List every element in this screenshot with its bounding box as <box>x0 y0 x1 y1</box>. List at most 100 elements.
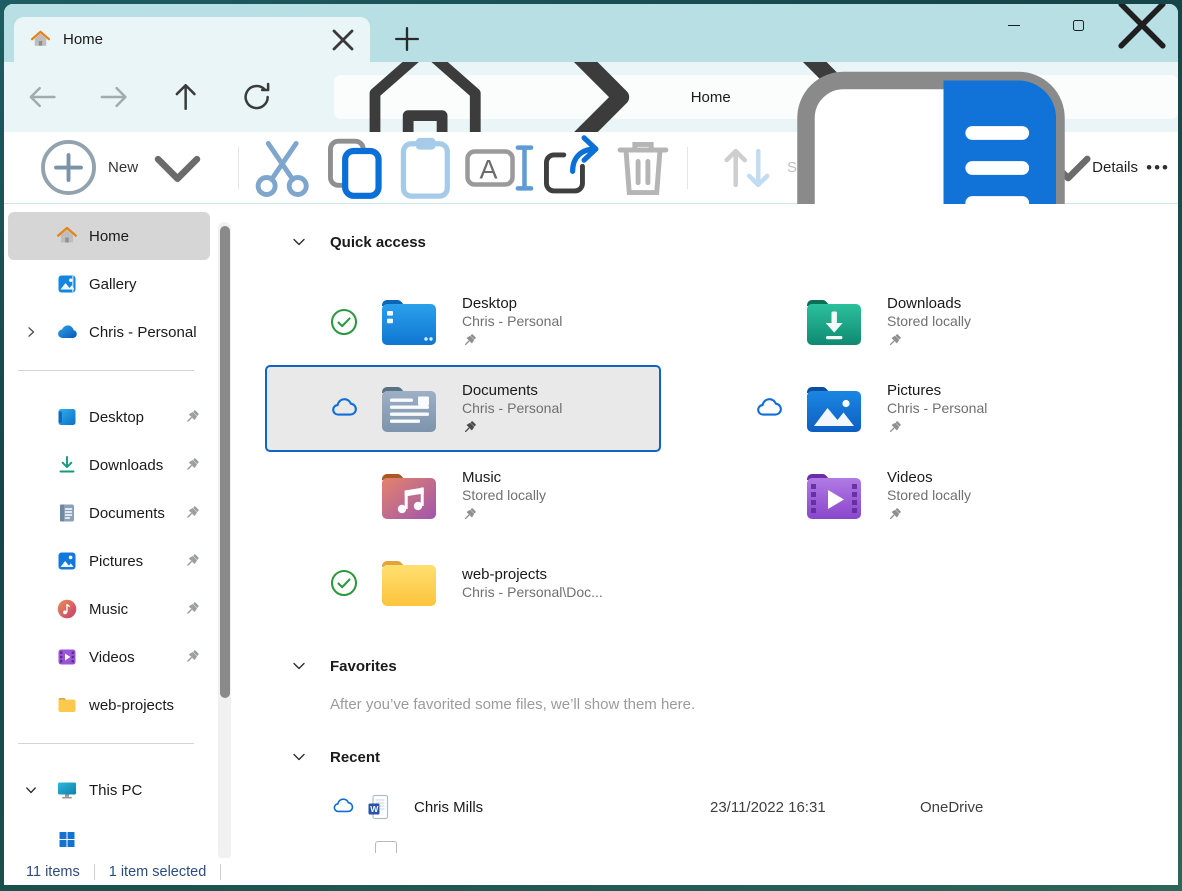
thispc-icon <box>56 779 78 801</box>
refresh-button[interactable] <box>239 79 274 115</box>
folder-downloads-icon <box>802 295 866 349</box>
section-title: Favorites <box>330 658 397 675</box>
sidebar-item-chris-personal[interactable]: Chris - Personal <box>8 308 210 356</box>
recent-item-chris-mills[interactable]: WChris Mills23/11/2022 16:31OneDrive <box>265 783 1178 831</box>
recent-item-date: 23/11/2022 16:31 <box>710 799 920 816</box>
partial-recent-item <box>265 841 1178 853</box>
tab-home[interactable]: Home <box>14 17 370 62</box>
sidebar: Home Gallery Chris - Personal Desktop Downlo… <box>4 204 232 858</box>
item-name: Documents <box>462 382 562 399</box>
sidebar-item-label: Videos <box>89 649 135 666</box>
sidebar-item-label: Chris - Personal <box>89 324 197 341</box>
cut-icon <box>247 132 319 204</box>
plus-circle-icon <box>38 137 99 198</box>
chevron-right-icon[interactable] <box>24 325 38 339</box>
new-tab-button[interactable] <box>392 24 422 54</box>
item-name: Desktop <box>462 295 562 312</box>
sidebar-item-label: Music <box>89 601 128 618</box>
quick-access-grid: DesktopChris - Personal DownloadsStored … <box>265 278 1178 626</box>
sidebar-item-music[interactable]: Music <box>8 585 210 633</box>
documents-icon <box>56 502 78 524</box>
chevron-down-icon <box>147 137 208 198</box>
quick-access-item-web-projects[interactable]: web-projectsChris - Personal\Doc... <box>265 539 661 626</box>
pin-icon <box>184 553 200 569</box>
tab-close-icon[interactable] <box>329 26 357 54</box>
sidebar-item-this-pc[interactable]: This PC <box>8 766 210 814</box>
item-name: Pictures <box>887 382 987 399</box>
pin-icon <box>887 420 902 435</box>
item-subtitle: Stored locally <box>887 487 971 503</box>
sidebar-item-label: Home <box>89 228 129 245</box>
quick-access-item-downloads[interactable]: DownloadsStored locally <box>690 278 1086 365</box>
pin-icon <box>184 601 200 617</box>
recent-header: Recent <box>265 747 1178 767</box>
toolbar-actions: A <box>247 144 679 192</box>
pin-icon <box>462 333 477 348</box>
pin-icon <box>184 649 200 665</box>
items-count: 11 items <box>26 864 80 880</box>
sidebar-divider <box>18 370 194 371</box>
content-pane: Quick access DesktopChris - Personal Dow… <box>232 204 1178 858</box>
sidebar-item-gallery[interactable]: Gallery <box>8 260 210 308</box>
sidebar-item-label: Desktop <box>89 409 144 426</box>
sidebar-item-downloads[interactable]: Downloads <box>8 441 210 489</box>
back-button[interactable] <box>25 79 60 115</box>
chevron-down-icon[interactable] <box>24 783 38 797</box>
chevron-down-icon[interactable] <box>290 233 308 251</box>
downloads-icon <box>56 454 78 476</box>
share-icon <box>535 132 607 204</box>
more-options-button[interactable]: ••• <box>1138 154 1178 182</box>
rename-button[interactable]: A <box>463 144 535 192</box>
quick-access-item-desktop[interactable]: DesktopChris - Personal <box>265 278 661 365</box>
svg-text:A: A <box>480 154 498 184</box>
pin-icon <box>184 409 200 425</box>
folder-videos-icon <box>802 469 866 523</box>
quick-access-item-pictures[interactable]: PicturesChris - Personal <box>690 365 1086 452</box>
music-icon <box>56 598 78 620</box>
sidebar-item-documents[interactable]: Documents <box>8 489 210 537</box>
sidebar-scrollbar-thumb[interactable] <box>220 226 230 698</box>
paste-icon <box>391 132 463 204</box>
sidebar-item-home[interactable]: Home <box>8 212 210 260</box>
folder-generic-icon <box>377 556 441 610</box>
pictures-icon <box>56 550 78 572</box>
new-button[interactable]: New <box>34 131 212 204</box>
windows-partial-icon <box>56 827 78 849</box>
up-button[interactable] <box>168 79 203 115</box>
quick-access-item-videos[interactable]: VideosStored locally <box>690 452 1086 539</box>
cloud-status-icon <box>754 394 784 424</box>
onedrive-icon <box>56 321 78 343</box>
chevron-down-icon[interactable] <box>290 657 308 675</box>
item-text: DesktopChris - Personal <box>462 295 562 348</box>
item-subtitle: Chris - Personal\Doc... <box>462 584 603 600</box>
delete-button[interactable] <box>607 144 679 192</box>
forward-button[interactable] <box>96 79 131 115</box>
sidebar-item-desktop[interactable]: Desktop <box>8 393 210 441</box>
new-button-label: New <box>108 159 138 176</box>
breadcrumb-segment[interactable]: Home <box>691 89 731 106</box>
quick-access-item-documents[interactable]: DocumentsChris - Personal <box>265 365 661 452</box>
tab-title: Home <box>63 31 329 48</box>
copy-button[interactable] <box>319 144 391 192</box>
copy-icon <box>319 132 391 204</box>
sidebar-item-item[interactable] <box>8 814 210 858</box>
videos-icon <box>56 646 78 668</box>
folder-desktop-icon <box>377 295 441 349</box>
sidebar-item-label: web-projects <box>89 697 174 714</box>
statusbar-divider <box>94 864 95 880</box>
cut-button[interactable] <box>247 144 319 192</box>
item-text: PicturesChris - Personal <box>887 382 987 435</box>
sidebar-item-pictures[interactable]: Pictures <box>8 537 210 585</box>
desktop-icon <box>56 406 78 428</box>
details-button-label: Details <box>1092 159 1138 176</box>
item-subtitle: Stored locally <box>887 313 971 329</box>
toolbar-divider <box>238 147 239 189</box>
paste-button[interactable] <box>391 144 463 192</box>
share-button[interactable] <box>535 144 607 192</box>
sidebar-item-videos[interactable]: Videos <box>8 633 210 681</box>
quick-access-item-music[interactable]: MusicStored locally <box>265 452 661 539</box>
sidebar-scrollbar[interactable] <box>218 222 231 858</box>
sidebar-item-label: This PC <box>89 782 142 799</box>
chevron-down-icon[interactable] <box>290 748 308 766</box>
sidebar-item-web-projects[interactable]: web-projects <box>8 681 210 729</box>
